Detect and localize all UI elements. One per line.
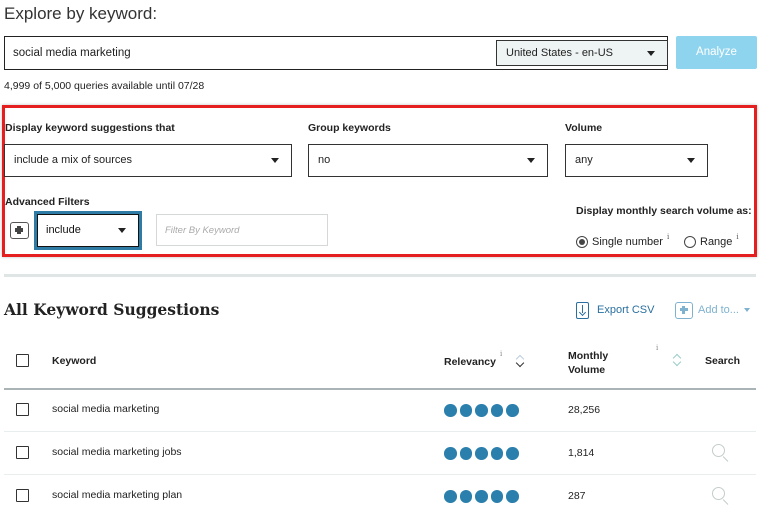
info-icon[interactable]: i bbox=[656, 344, 658, 352]
quota-text: 4,999 of 5,000 queries available until 0… bbox=[4, 80, 205, 92]
chevron-down-icon bbox=[527, 158, 535, 163]
chevron-down-icon bbox=[118, 228, 126, 233]
volume-select-value: any bbox=[575, 154, 593, 166]
row-checkbox[interactable] bbox=[16, 446, 29, 459]
radio-range[interactable]: Range i bbox=[684, 233, 739, 250]
radio-button-checked[interactable] bbox=[576, 236, 588, 248]
include-select[interactable]: include bbox=[34, 211, 142, 250]
volume-select[interactable]: any bbox=[565, 144, 708, 177]
relevancy-dot bbox=[459, 404, 472, 417]
locale-select-value: United States - en-US bbox=[506, 47, 613, 59]
add-to-button[interactable]: Add to... bbox=[675, 301, 750, 319]
page-title: Explore by keyword: bbox=[4, 4, 158, 23]
select-all-checkbox[interactable] bbox=[16, 354, 29, 367]
volume-label: Volume bbox=[565, 122, 603, 134]
suggestions-select-value: include a mix of sources bbox=[14, 154, 132, 166]
column-header-relevancy[interactable]: Relevancy bbox=[444, 356, 496, 368]
locale-select[interactable]: United States - en-US bbox=[496, 40, 668, 66]
row-checkbox[interactable] bbox=[16, 489, 29, 502]
section-divider bbox=[4, 274, 756, 277]
search-icon[interactable] bbox=[712, 444, 730, 462]
group-keywords-select-value: no bbox=[318, 154, 331, 166]
search-icon[interactable] bbox=[712, 487, 730, 505]
plus-icon bbox=[675, 301, 693, 319]
chevron-down-icon bbox=[271, 158, 279, 163]
relevancy-rating bbox=[444, 490, 522, 503]
info-icon[interactable]: i bbox=[667, 233, 669, 241]
display-volume-label: Display monthly search volume as: bbox=[576, 205, 752, 217]
monthly-volume-cell: 1,814 bbox=[568, 447, 595, 459]
radio-label: Range bbox=[700, 236, 733, 248]
relevancy-dot bbox=[490, 490, 503, 503]
sort-relevancy-icon[interactable] bbox=[515, 354, 526, 370]
table-header-rule bbox=[4, 388, 756, 390]
radio-single-number[interactable]: Single number i bbox=[576, 233, 669, 250]
info-icon[interactable]: i bbox=[736, 233, 738, 241]
suggestions-label: Display keyword suggestions that bbox=[5, 122, 175, 134]
row-separator bbox=[4, 431, 756, 432]
relevancy-rating bbox=[444, 447, 522, 460]
column-header-keyword[interactable]: Keyword bbox=[52, 355, 96, 367]
advanced-filters-label: Advanced Filters bbox=[5, 196, 90, 208]
relevancy-dot bbox=[475, 490, 488, 503]
group-keywords-label: Group keywords bbox=[308, 122, 391, 134]
radio-button-unchecked[interactable] bbox=[684, 236, 696, 248]
keyword-cell[interactable]: social media marketing jobs bbox=[52, 446, 182, 458]
relevancy-dot bbox=[444, 490, 457, 503]
radio-label: Single number bbox=[592, 236, 663, 248]
column-header-monthly-volume[interactable]: Monthly Volume bbox=[568, 349, 608, 377]
add-filter-button[interactable] bbox=[10, 222, 29, 239]
relevancy-dot bbox=[444, 404, 457, 417]
row-separator bbox=[4, 474, 756, 475]
keyword-cell[interactable]: social media marketing bbox=[52, 403, 159, 415]
info-icon[interactable]: i bbox=[500, 350, 502, 358]
relevancy-dot bbox=[506, 404, 519, 417]
analyze-button[interactable]: Analyze bbox=[676, 36, 757, 69]
download-file-icon bbox=[576, 301, 589, 319]
keyword-search-bar: United States - en-US bbox=[4, 36, 668, 70]
relevancy-dot bbox=[475, 404, 488, 417]
chevron-down-icon bbox=[687, 158, 695, 163]
relevancy-dot bbox=[444, 447, 457, 460]
add-to-label: Add to... bbox=[698, 304, 739, 316]
keyword-search-input[interactable] bbox=[13, 37, 483, 69]
group-keywords-select[interactable]: no bbox=[308, 144, 548, 177]
relevancy-dot bbox=[459, 490, 472, 503]
monthly-volume-cell: 28,256 bbox=[568, 404, 601, 416]
suggestions-select[interactable]: include a mix of sources bbox=[4, 144, 292, 177]
filter-by-keyword-input[interactable] bbox=[156, 214, 328, 246]
chevron-down-icon bbox=[743, 308, 750, 312]
relevancy-rating bbox=[444, 404, 522, 417]
relevancy-dot bbox=[459, 447, 472, 460]
column-header-monthly-volume-line1: Monthly bbox=[568, 350, 609, 362]
relevancy-dot bbox=[506, 447, 519, 460]
export-csv-button[interactable]: Export CSV bbox=[576, 300, 654, 320]
relevancy-dot bbox=[490, 404, 503, 417]
relevancy-dot bbox=[506, 490, 519, 503]
relevancy-dot bbox=[490, 447, 503, 460]
column-header-monthly-volume-line2: Volume bbox=[568, 364, 606, 376]
monthly-volume-cell: 287 bbox=[568, 490, 586, 502]
sort-volume-icon[interactable] bbox=[672, 353, 683, 369]
include-select-value: include bbox=[46, 224, 81, 236]
relevancy-dot bbox=[475, 447, 488, 460]
column-header-search: Search bbox=[705, 355, 741, 367]
section-title: All Keyword Suggestions bbox=[4, 300, 220, 319]
row-checkbox[interactable] bbox=[16, 403, 29, 416]
chevron-down-icon bbox=[647, 51, 655, 56]
keyword-cell[interactable]: social media marketing plan bbox=[52, 489, 182, 501]
export-csv-label: Export CSV bbox=[597, 304, 655, 316]
